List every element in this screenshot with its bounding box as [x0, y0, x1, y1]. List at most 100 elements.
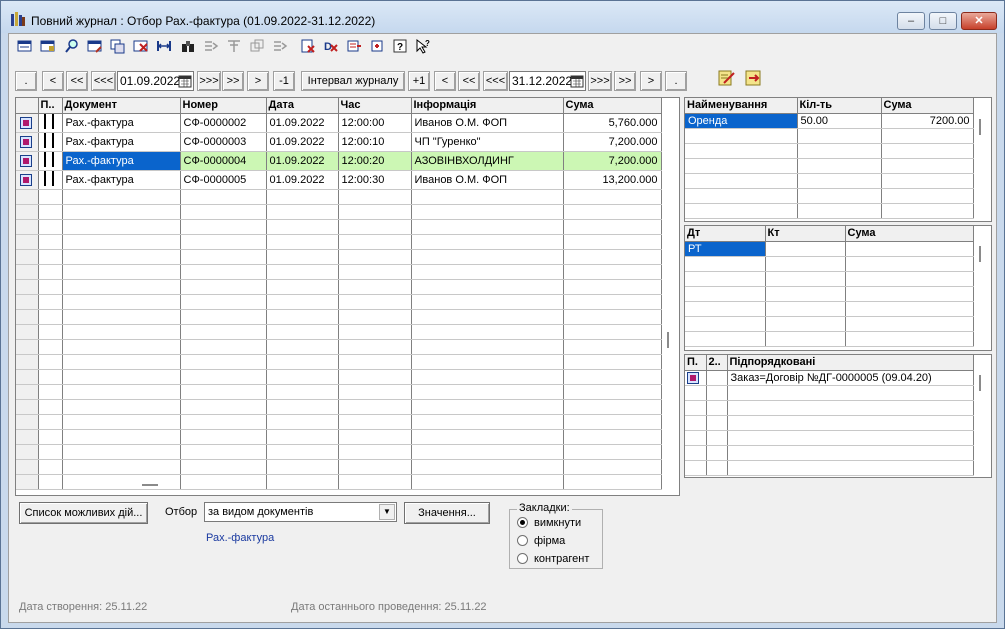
cancel-post-icon[interactable]: D	[323, 38, 343, 58]
col-header-entries-sum[interactable]: Сума	[845, 226, 974, 242]
subordinate-empty-row[interactable]	[685, 460, 974, 476]
subordinate-empty-row[interactable]	[685, 430, 974, 446]
col-header-time[interactable]: Час	[338, 98, 412, 114]
maximize-button[interactable]: □	[929, 12, 957, 30]
items-empty-row[interactable]	[685, 203, 974, 219]
entries-empty-row[interactable]	[685, 316, 974, 332]
subordinate-empty-row[interactable]	[685, 385, 974, 401]
col-header-items-sum[interactable]: Сума	[881, 98, 974, 114]
prev-faster-button-2[interactable]: <<<	[483, 71, 508, 91]
items-scroll-mark[interactable]	[979, 119, 981, 135]
entries-row[interactable]: РТ	[685, 241, 974, 257]
entries-scroll-mark[interactable]	[979, 246, 981, 262]
filter-select[interactable]: за видом документів ▼	[204, 502, 397, 522]
next-fast-button[interactable]: >>	[222, 71, 244, 91]
row-header[interactable]	[16, 151, 39, 171]
journal-empty-row[interactable]	[16, 459, 662, 475]
row-header[interactable]	[16, 170, 39, 190]
journal-interval-button[interactable]: Інтервал журналу	[301, 71, 405, 91]
row-header[interactable]	[16, 189, 39, 205]
bookmark-radio-contractor[interactable]: контрагент	[517, 553, 589, 565]
action-list-button[interactable]: Список можливих дій...	[19, 502, 148, 524]
period-start-button[interactable]: .	[15, 71, 37, 91]
find-icon[interactable]	[64, 38, 84, 58]
items-empty-row[interactable]	[685, 143, 974, 159]
items-empty-row[interactable]	[685, 173, 974, 189]
col-header-number[interactable]: Номер	[180, 98, 267, 114]
row-header[interactable]	[16, 113, 39, 133]
journal-empty-row[interactable]	[16, 204, 662, 220]
col-header-info[interactable]: Інформація	[411, 98, 564, 114]
plus-one-button[interactable]: +1	[408, 71, 430, 91]
journal-empty-row[interactable]	[16, 354, 662, 370]
entries-grid[interactable]: Дт Кт Сума РТ	[684, 225, 992, 351]
items-empty-row[interactable]	[685, 158, 974, 174]
select-period-icon[interactable]	[745, 69, 765, 89]
help-pointer-icon[interactable]: ?	[415, 38, 435, 58]
edit-period-icon[interactable]	[718, 69, 738, 89]
search-binoculars-icon[interactable]	[180, 38, 200, 58]
bookmark-radio-off[interactable]: вимкнути	[517, 517, 581, 529]
col-header-subordinate[interactable]: Підпорядковані	[727, 355, 974, 371]
entries-empty-row[interactable]	[685, 271, 974, 287]
col-header-2[interactable]: 2..	[706, 355, 728, 371]
journal-empty-row[interactable]	[16, 324, 662, 340]
next-fast-button-2[interactable]: >>	[614, 71, 636, 91]
row-header[interactable]	[16, 132, 39, 152]
row-header[interactable]	[16, 339, 39, 355]
copy-icon[interactable]	[110, 38, 130, 58]
row-header[interactable]	[16, 429, 39, 445]
prev-button[interactable]: <	[42, 71, 64, 91]
items-row[interactable]: Оренда 50.00 7200.00	[685, 113, 974, 129]
journal-row[interactable]: Рах.-фактура СФ-0000005 01.09.2022 12:00:30…	[16, 170, 662, 190]
row-header[interactable]	[16, 474, 39, 490]
row-header[interactable]	[16, 354, 39, 370]
structure-icon[interactable]	[369, 38, 389, 58]
journal-empty-row[interactable]	[16, 264, 662, 280]
prev-fast-button-2[interactable]: <<	[458, 71, 480, 91]
unpost-icon[interactable]	[226, 38, 246, 58]
journal-grid[interactable]: П.. Документ Номер Дата Час Інформація С…	[15, 97, 680, 496]
col-header-qty[interactable]: Кіл-ть	[797, 98, 882, 114]
delete-icon[interactable]	[133, 38, 153, 58]
calendar-icon[interactable]	[178, 74, 192, 88]
col-header-dt[interactable]: Дт	[685, 226, 766, 242]
delete-marked-icon[interactable]	[346, 38, 366, 58]
subordinate-row[interactable]: Заказ=Договір №ДГ-0000005 (09.04.20)	[685, 370, 974, 386]
minimize-button[interactable]: –	[897, 12, 925, 30]
journal-row[interactable]: Рах.-фактура СФ-0000004 01.09.2022 12:00:20…	[16, 151, 662, 171]
entries-empty-row[interactable]	[685, 286, 974, 302]
journal-row[interactable]: Рах.-фактура СФ-0000002 01.09.2022 12:00:00…	[16, 113, 662, 133]
journal-empty-row[interactable]	[16, 249, 662, 265]
title-bar[interactable]: Повний журнал : Отбор Рах.-фактура (01.0…	[1, 1, 1004, 33]
range-icon[interactable]	[156, 38, 176, 58]
new-copy-icon[interactable]	[40, 38, 60, 58]
next-button[interactable]: >	[247, 71, 269, 91]
help-icon[interactable]: ?	[392, 38, 412, 58]
move-down-icon[interactable]	[272, 38, 292, 58]
row-header[interactable]	[16, 219, 39, 235]
col-header-kt[interactable]: Кт	[765, 226, 846, 242]
journal-empty-row[interactable]	[16, 234, 662, 250]
post-icon[interactable]	[203, 38, 223, 58]
entries-empty-row[interactable]	[685, 256, 974, 272]
journal-empty-row[interactable]	[16, 429, 662, 445]
subordinate-empty-row[interactable]	[685, 445, 974, 461]
move-icon[interactable]	[249, 38, 269, 58]
next-faster-button[interactable]: >>>	[197, 71, 221, 91]
journal-empty-row[interactable]	[16, 279, 662, 295]
journal-empty-row[interactable]	[16, 294, 662, 310]
journal-empty-row[interactable]	[16, 384, 662, 400]
row-header[interactable]	[16, 444, 39, 460]
row-header[interactable]	[16, 294, 39, 310]
vertical-scroll-mark[interactable]	[667, 332, 669, 348]
subordinate-scroll-mark[interactable]	[979, 375, 981, 391]
row-header[interactable]	[16, 459, 39, 475]
horizontal-scroll-mark[interactable]	[142, 484, 158, 486]
journal-empty-row[interactable]	[16, 219, 662, 235]
row-header[interactable]	[16, 204, 39, 220]
subordinate-grid[interactable]: П. 2.. Підпорядковані Заказ=Договір №ДГ-…	[684, 354, 992, 478]
col-header-name[interactable]: Найменування	[685, 98, 798, 114]
row-header[interactable]	[16, 399, 39, 415]
next-button-2[interactable]: >	[640, 71, 662, 91]
